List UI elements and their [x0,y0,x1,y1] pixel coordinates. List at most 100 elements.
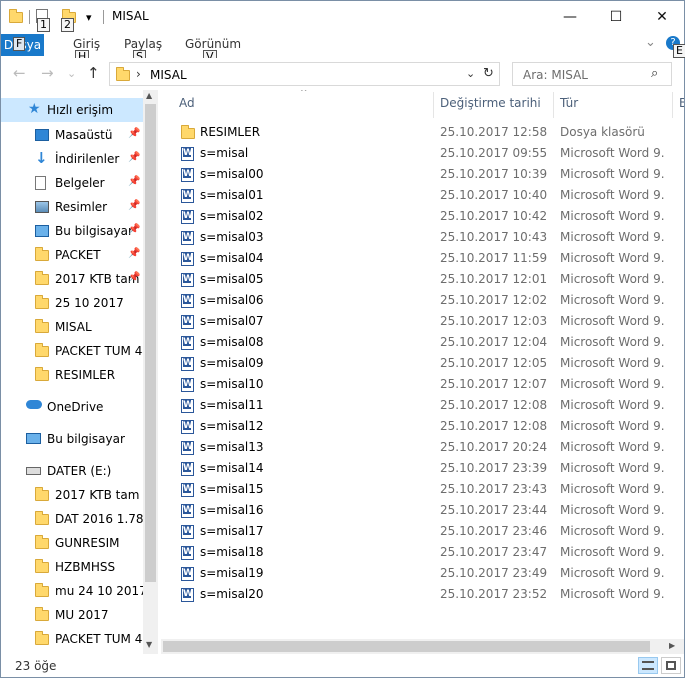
up-button[interactable]: ↑ [87,64,100,82]
properties-button[interactable]: 1 [36,9,50,32]
tab-view[interactable]: Görünüm V [185,37,241,64]
file-row[interactable]: s=misal01 25.10.2017 10:40 Microsoft Wor… [161,185,671,206]
file-type: Microsoft Word 9... [560,293,664,307]
sidebar-item-this-pc[interactable]: Bu bilgisayar [1,427,143,451]
file-row[interactable]: s=misal06 25.10.2017 12:02 Microsoft Wor… [161,290,671,311]
sidebar-item-drive-folder[interactable]: mu 24 10 2017 sc [1,579,143,603]
sidebar-item-drive-folder[interactable]: DAT 2016 1.78 GI [1,507,143,531]
address-bar[interactable]: › MISAL ⌄ ↻ [109,62,500,86]
file-date: 25.10.2017 12:08 [440,419,548,433]
file-row[interactable]: s=misal03 25.10.2017 10:43 Microsoft Wor… [161,227,671,248]
column-divider[interactable] [433,92,434,118]
scrollbar-thumb[interactable] [163,641,650,652]
sidebar-item-resimler[interactable]: RESIMLER [1,363,143,387]
file-name: s=misal19 [200,566,264,580]
file-row[interactable]: s=misal09 25.10.2017 12:05 Microsoft Wor… [161,353,671,374]
pictures-icon [35,201,49,213]
tab-file[interactable]: Dosya F [1,34,44,56]
breadcrumb-misal[interactable]: MISAL [150,68,187,82]
file-row[interactable]: s=misal20 25.10.2017 23:52 Microsoft Wor… [161,584,671,605]
column-header-date[interactable]: Değiştirme tarihi [440,96,541,110]
address-dropdown-button[interactable]: ⌄ [466,67,475,80]
back-button[interactable]: ← [13,64,26,82]
sidebar-item-drive-folder[interactable]: 2017 KTB tam uy [1,483,143,507]
column-header-size[interactable]: B [679,96,684,110]
file-row[interactable]: s=misal02 25.10.2017 10:42 Microsoft Wor… [161,206,671,227]
word-document-icon [181,504,194,518]
computer-icon [35,225,49,237]
file-row[interactable]: s=misal 25.10.2017 09:55 Microsoft Word … [161,143,671,164]
file-row[interactable]: s=misal13 25.10.2017 20:24 Microsoft Wor… [161,437,671,458]
sidebar-item-drive-folder[interactable]: MU 2017 [1,603,143,627]
breadcrumb-separator[interactable]: › [136,67,141,81]
sidebar-scrollbar[interactable]: ▲ ▼ [143,90,158,654]
sidebar-item-25-10-2017[interactable]: 25 10 2017 [1,291,143,315]
search-icon[interactable]: ⌕ [651,66,658,81]
sidebar-item-documents[interactable]: Belgeler 📌 [1,171,143,195]
file-row[interactable]: s=misal16 25.10.2017 23:44 Microsoft Wor… [161,500,671,521]
sidebar-item-label: PACKET TUM 44 [55,344,143,358]
sidebar-item-packet[interactable]: PACKET 📌 [1,243,143,267]
sidebar-item-this-pc-pinned[interactable]: Bu bilgisayar 📌 [1,219,143,243]
large-icons-view-button[interactable] [661,657,681,674]
file-row[interactable]: s=misal08 25.10.2017 12:04 Microsoft Wor… [161,332,671,353]
search-input[interactable]: Ara: MISAL ⌕ [512,62,672,86]
details-view-button[interactable] [638,657,658,674]
minimize-button[interactable]: — [547,1,593,32]
file-row[interactable]: s=misal19 25.10.2017 23:49 Microsoft Wor… [161,563,671,584]
sidebar-item-downloads[interactable]: ↓ İndirilenler 📌 [1,147,143,171]
folder-icon [35,583,49,597]
sidebar-item-2017-ktb[interactable]: 2017 KTB tam 📌 [1,267,143,291]
new-folder-button[interactable]: 2 [60,9,78,32]
column-divider[interactable] [672,92,673,118]
column-divider[interactable] [553,92,554,118]
column-header-type[interactable]: Tür [560,96,578,110]
file-row[interactable]: s=misal15 25.10.2017 23:43 Microsoft Wor… [161,479,671,500]
file-row[interactable]: s=misal11 25.10.2017 12:08 Microsoft Wor… [161,395,671,416]
file-row[interactable]: s=misal04 25.10.2017 11:59 Microsoft Wor… [161,248,671,269]
sidebar-item-onedrive[interactable]: OneDrive [1,395,143,419]
file-date: 25.10.2017 20:24 [440,440,548,454]
file-date: 25.10.2017 11:59 [440,251,548,265]
forward-button[interactable]: → [41,64,54,82]
file-type: Microsoft Word 9... [560,167,664,181]
close-button[interactable]: ✕ [639,1,685,32]
file-type: Microsoft Word 9... [560,587,664,601]
sidebar-item-misal[interactable]: MISAL [1,315,143,339]
file-row[interactable]: s=misal18 25.10.2017 23:47 Microsoft Wor… [161,542,671,563]
sidebar-item-label: Belgeler [55,176,105,190]
tab-share[interactable]: Paylaş S [124,37,162,64]
sidebar-item-packet-tum-44[interactable]: PACKET TUM 44 [1,339,143,363]
recent-locations-button[interactable]: ⌄ [67,67,76,80]
file-name: s=misal08 [200,335,264,349]
file-row[interactable]: s=misal07 25.10.2017 12:03 Microsoft Wor… [161,311,671,332]
file-row[interactable]: s=misal17 25.10.2017 23:46 Microsoft Wor… [161,521,671,542]
sidebar-item-drive-folder[interactable]: HZBMHSS [1,555,143,579]
folder-icon [35,535,49,549]
ribbon-expand-button[interactable]: ⌄ [645,35,656,50]
refresh-button[interactable]: ↻ [483,66,494,81]
column-header-name[interactable]: Ad [179,96,195,110]
file-row[interactable]: s=misal12 25.10.2017 12:08 Microsoft Wor… [161,416,671,437]
scrollbar-thumb[interactable] [145,104,156,582]
file-row[interactable]: s=misal00 25.10.2017 10:39 Microsoft Wor… [161,164,671,185]
file-row[interactable]: RESIMLER 25.10.2017 12:58 Dosya klasörü [161,122,671,143]
horizontal-scrollbar[interactable]: ▶ [161,639,684,654]
tab-home[interactable]: Giriş H [73,37,100,64]
sidebar-item-drive-folder[interactable]: PACKET TUM 44 [1,627,143,651]
scroll-right-arrow[interactable]: ▶ [669,641,675,650]
scroll-up-arrow[interactable]: ▲ [146,91,152,100]
sidebar-item-drive-e[interactable]: DATER (E:) [1,459,143,483]
scroll-down-arrow[interactable]: ▼ [146,640,152,649]
maximize-button[interactable]: ☐ [593,1,639,32]
sidebar-item-label: MISAL [55,320,92,334]
file-row[interactable]: s=misal10 25.10.2017 12:07 Microsoft Wor… [161,374,671,395]
sidebar-item-desktop[interactable]: Masaüstü 📌 [1,123,143,147]
sidebar-item-drive-folder[interactable]: GUNRESIM [1,531,143,555]
navigation-pane: ★ Hızlı erişim Masaüstü 📌 ↓ İndirilenler… [1,90,158,654]
sidebar-item-pictures[interactable]: Resimler 📌 [1,195,143,219]
file-row[interactable]: s=misal14 25.10.2017 23:39 Microsoft Wor… [161,458,671,479]
file-row[interactable]: s=misal05 25.10.2017 12:01 Microsoft Wor… [161,269,671,290]
sidebar-item-quick-access[interactable]: ★ Hızlı erişim [1,98,143,122]
qat-dropdown-button[interactable]: ▾ [86,11,92,24]
